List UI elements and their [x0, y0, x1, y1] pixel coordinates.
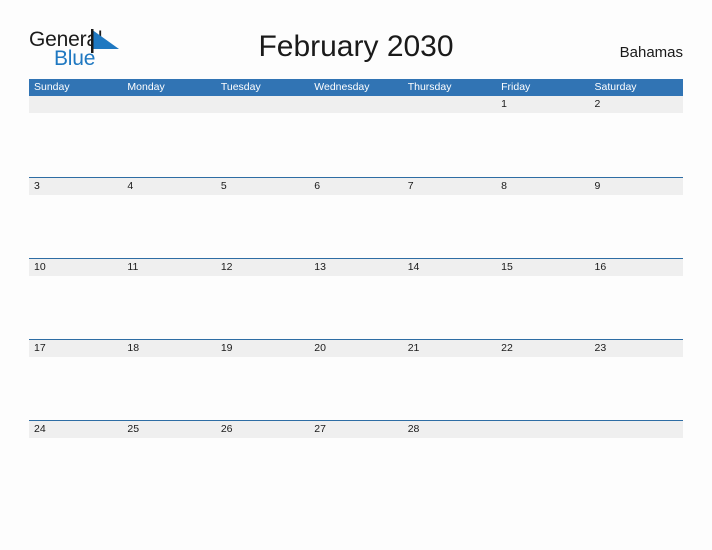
day-cell-events[interactable]: [309, 195, 402, 258]
week-event-band: [29, 276, 683, 339]
day-cell-events[interactable]: [496, 276, 589, 339]
day-cell-number[interactable]: [309, 96, 402, 113]
day-cell-events[interactable]: [496, 113, 589, 176]
day-cell-number[interactable]: 12: [216, 259, 309, 276]
day-cell-events[interactable]: [590, 195, 683, 258]
weekday-header-tuesday: Tuesday: [220, 81, 261, 93]
day-cell-number[interactable]: [122, 96, 215, 113]
week-date-band: 24 25 26 27 28: [29, 421, 683, 438]
day-cell-events[interactable]: [29, 113, 122, 176]
day-cell-events[interactable]: [216, 357, 309, 420]
day-cell-number[interactable]: 27: [309, 421, 402, 438]
day-cell-number[interactable]: 5: [216, 178, 309, 195]
day-cell-events[interactable]: [309, 113, 402, 176]
week-date-band: 10 11 12 13 14 15 16: [29, 259, 683, 276]
page-title: February 2030: [258, 30, 454, 63]
day-cell-number[interactable]: 22: [496, 340, 589, 357]
calendar-week-row: 3 4 5 6 7 8 9: [29, 177, 683, 258]
weekday-header-saturday: Saturday: [594, 81, 637, 93]
day-cell-number[interactable]: 18: [122, 340, 215, 357]
week-event-band: [29, 113, 683, 176]
day-cell-number[interactable]: 7: [403, 178, 496, 195]
country-label: Bahamas: [619, 44, 683, 61]
day-cell-events[interactable]: [309, 276, 402, 339]
day-cell-number[interactable]: 20: [309, 340, 402, 357]
day-cell-events[interactable]: [29, 357, 122, 420]
day-cell-events[interactable]: [216, 438, 309, 501]
day-cell-number[interactable]: 13: [309, 259, 402, 276]
calendar-week-row: 17 18 19 20 21 22 23: [29, 339, 683, 420]
day-cell-number[interactable]: [403, 96, 496, 113]
day-cell-number[interactable]: 4: [122, 178, 215, 195]
day-cell-events[interactable]: [216, 195, 309, 258]
day-cell-events[interactable]: [403, 113, 496, 176]
day-cell-events[interactable]: [309, 438, 402, 501]
day-cell-number[interactable]: 23: [590, 340, 683, 357]
day-cell-events[interactable]: [403, 438, 496, 501]
day-cell-number[interactable]: 28: [403, 421, 496, 438]
day-cell-events[interactable]: [403, 276, 496, 339]
week-event-band: [29, 195, 683, 258]
day-cell-number[interactable]: 2: [590, 96, 683, 113]
calendar-table: Sunday Monday Tuesday Wednesday Thursday…: [29, 79, 683, 501]
day-cell-number[interactable]: 15: [496, 259, 589, 276]
day-cell-events[interactable]: [590, 276, 683, 339]
week-event-band: [29, 438, 683, 501]
page-header: General Blue February 2030 Bahamas: [0, 0, 712, 70]
day-cell-number[interactable]: 17: [29, 340, 122, 357]
week-date-band: 1 2: [29, 96, 683, 113]
weekday-header-thursday: Thursday: [407, 81, 452, 93]
day-cell-number[interactable]: 16: [590, 259, 683, 276]
week-date-band: 17 18 19 20 21 22 23: [29, 340, 683, 357]
day-cell-number[interactable]: 8: [496, 178, 589, 195]
day-cell-number[interactable]: [29, 96, 122, 113]
calendar-week-row: 24 25 26 27 28: [29, 420, 683, 501]
day-cell-events[interactable]: [122, 195, 215, 258]
day-cell-number[interactable]: 26: [216, 421, 309, 438]
day-cell-events[interactable]: [29, 438, 122, 501]
day-cell-number[interactable]: 10: [29, 259, 122, 276]
day-cell-events[interactable]: [29, 195, 122, 258]
day-cell-number[interactable]: 3: [29, 178, 122, 195]
weekday-header-monday: Monday: [127, 81, 165, 93]
day-cell-events[interactable]: [122, 357, 215, 420]
day-cell-number[interactable]: 19: [216, 340, 309, 357]
day-cell-number[interactable]: 24: [29, 421, 122, 438]
day-cell-events[interactable]: [590, 113, 683, 176]
day-cell-number[interactable]: 1: [496, 96, 589, 113]
day-cell-events[interactable]: [122, 113, 215, 176]
week-event-band: [29, 357, 683, 420]
day-cell-number[interactable]: 6: [309, 178, 402, 195]
day-cell-number[interactable]: 14: [403, 259, 496, 276]
day-cell-events[interactable]: [496, 357, 589, 420]
day-cell-events[interactable]: [496, 438, 589, 501]
day-cell-events[interactable]: [309, 357, 402, 420]
day-cell-events[interactable]: [216, 113, 309, 176]
weekday-header-friday: Friday: [501, 81, 531, 93]
day-cell-number[interactable]: 11: [122, 259, 215, 276]
week-date-band: 3 4 5 6 7 8 9: [29, 178, 683, 195]
calendar-week-row: 1 2: [29, 96, 683, 177]
day-cell-events[interactable]: [403, 195, 496, 258]
day-cell-number[interactable]: [216, 96, 309, 113]
day-cell-events[interactable]: [590, 438, 683, 501]
day-cell-number[interactable]: 25: [122, 421, 215, 438]
day-cell-number[interactable]: 21: [403, 340, 496, 357]
calendar-week-row: 10 11 12 13 14 15 16: [29, 258, 683, 339]
weekday-header-sunday: Sunday: [34, 81, 70, 93]
day-cell-events[interactable]: [403, 357, 496, 420]
weekday-header-wednesday: Wednesday: [314, 81, 370, 93]
day-cell-number[interactable]: [496, 421, 589, 438]
day-cell-events[interactable]: [496, 195, 589, 258]
day-cell-number[interactable]: [590, 421, 683, 438]
day-cell-events[interactable]: [122, 276, 215, 339]
day-cell-events[interactable]: [29, 276, 122, 339]
calendar-weekday-header: Sunday Monday Tuesday Wednesday Thursday…: [29, 79, 683, 96]
day-cell-events[interactable]: [122, 438, 215, 501]
day-cell-number[interactable]: 9: [590, 178, 683, 195]
day-cell-events[interactable]: [590, 357, 683, 420]
day-cell-events[interactable]: [216, 276, 309, 339]
